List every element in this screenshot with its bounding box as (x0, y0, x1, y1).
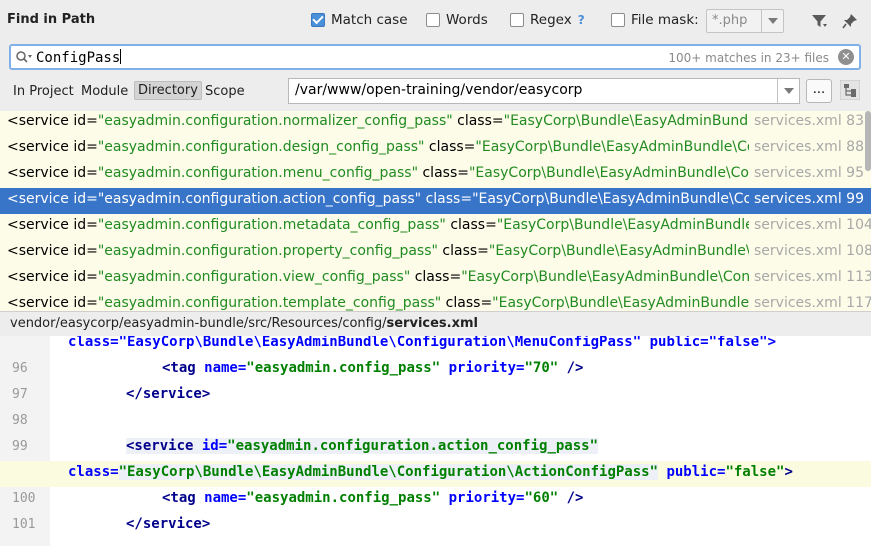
code-line: 100 <tag name="easyadmin.config_pass" pr… (0, 487, 871, 513)
words-label: Words (446, 12, 488, 28)
result-row-selected[interactable]: <service id="easyadmin.configuration.act… (0, 188, 871, 214)
chevron-down-icon[interactable] (777, 79, 799, 103)
regex-checkbox[interactable]: Regex ? (510, 12, 585, 28)
result-file: services.xml 88 (754, 139, 864, 155)
code-text: </service> (126, 386, 211, 402)
result-row[interactable]: <service id="easyadmin.configuration.nor… (0, 111, 871, 136)
words-check-icon[interactable] (426, 13, 440, 27)
dialog-header: Find in Path Match case Words Regex ? Fi… (0, 0, 871, 41)
file-mask-checkbox[interactable]: File mask: (611, 12, 699, 28)
tab-in-project[interactable]: In Project (10, 83, 77, 100)
code-line: class="EasyCorp\Bundle\EasyAdminBundle\C… (0, 336, 871, 357)
file-mask-check-icon[interactable] (611, 13, 625, 27)
result-row[interactable]: <service id="easyadmin.configuration.pro… (0, 240, 871, 266)
match-count: 100+ matches in 23+ files (668, 51, 829, 65)
results-list: <service id="easyadmin.configuration.nor… (0, 111, 871, 311)
code-line-current: class="EasyCorp\Bundle\EasyAdminBundle\C… (0, 461, 871, 487)
search-input[interactable]: ConfigPass 100+ matches in 23+ files ✕ (9, 44, 861, 70)
code-line: 101 </service> (0, 513, 871, 539)
result-row[interactable]: <service id="easyadmin.configuration.men… (0, 162, 871, 188)
results-scrollbar[interactable] (865, 111, 871, 171)
browse-button[interactable]: ... (806, 79, 832, 103)
file-mask-label: File mask: (631, 12, 699, 28)
words-checkbox[interactable]: Words (426, 12, 488, 28)
search-icon[interactable] (15, 50, 33, 64)
line-number: 96 (12, 361, 28, 376)
code-line: 98 (0, 409, 871, 435)
result-file: services.xml 117 (754, 295, 871, 311)
preview-file-path: vendor/easycorp/easyadmin-bundle/src/Res… (0, 311, 871, 336)
file-dir: vendor/easycorp/easyadmin-bundle/src/Res… (10, 316, 387, 331)
code-line: 96 <tag name="easyadmin.config_pass" pri… (0, 357, 871, 383)
file-name: services.xml (386, 316, 478, 331)
match-case-label: Match case (331, 12, 408, 28)
regex-check-icon[interactable] (510, 13, 524, 27)
regex-label: Regex (530, 12, 572, 28)
directory-value: /var/www/open-training/vendor/easycorp (295, 82, 583, 98)
result-file: services.xml 108 (754, 243, 871, 259)
code-text: <tag name="easyadmin.config_pass" priori… (162, 360, 584, 376)
code-text: class="EasyCorp\Bundle\EasyAdminBundle\C… (68, 336, 777, 350)
result-file: services.xml 104 (754, 217, 871, 233)
line-number: 98 (12, 413, 28, 428)
result-row[interactable]: <service id="easyadmin.configuration.met… (0, 214, 871, 240)
code-text: </service> (126, 516, 211, 532)
code-text: <tag name="easyadmin.config_pass" priori… (162, 490, 584, 506)
match-case-check-icon[interactable] (311, 13, 325, 27)
search-query[interactable]: ConfigPass (36, 49, 122, 66)
tab-module[interactable]: Module (78, 83, 131, 100)
dialog-title: Find in Path (7, 12, 96, 27)
code-text: <service id="easyadmin.configuration.act… (126, 438, 599, 454)
result-file: services.xml 95 (754, 165, 864, 181)
line-number: 97 (12, 387, 28, 402)
chevron-down-icon[interactable] (761, 10, 783, 32)
result-row[interactable]: <service id="easyadmin.configuration.vie… (0, 266, 871, 292)
file-mask-value: *.php (712, 13, 748, 28)
file-mask-combo[interactable]: *.php (706, 9, 784, 33)
scope-row: In Project Module Directory Scope /var/w… (0, 73, 871, 111)
result-file: services.xml 83 (754, 113, 864, 129)
tab-directory[interactable]: Directory (134, 81, 202, 100)
code-line: 97 </service> (0, 383, 871, 409)
line-number: 99 (12, 439, 28, 454)
filter-icon[interactable] (810, 12, 828, 30)
result-row[interactable]: <service id="easyadmin.configuration.des… (0, 136, 871, 162)
regex-help-icon[interactable]: ? (578, 13, 585, 27)
result-row[interactable]: <service id="easyadmin.configuration.tem… (0, 292, 871, 311)
code-line: 99 <service id="easyadmin.configuration.… (0, 435, 871, 461)
tab-scope[interactable]: Scope (202, 83, 248, 100)
code-text: class="EasyCorp\Bundle\EasyAdminBundle\C… (68, 464, 793, 480)
code-preview[interactable]: class="EasyCorp\Bundle\EasyAdminBundle\C… (0, 336, 871, 546)
result-file: services.xml 99 (754, 191, 864, 207)
line-number: 101 (12, 517, 36, 532)
result-file: services.xml 113 (754, 269, 871, 285)
search-bar: ConfigPass 100+ matches in 23+ files ✕ (0, 41, 871, 73)
match-case-checkbox[interactable]: Match case (311, 12, 408, 28)
pin-icon[interactable] (841, 12, 859, 30)
recursive-tree-icon[interactable] (840, 80, 860, 100)
clear-icon[interactable]: ✕ (838, 49, 854, 65)
directory-combo[interactable]: /var/www/open-training/vendor/easycorp (288, 78, 800, 104)
line-number: 100 (12, 491, 36, 506)
